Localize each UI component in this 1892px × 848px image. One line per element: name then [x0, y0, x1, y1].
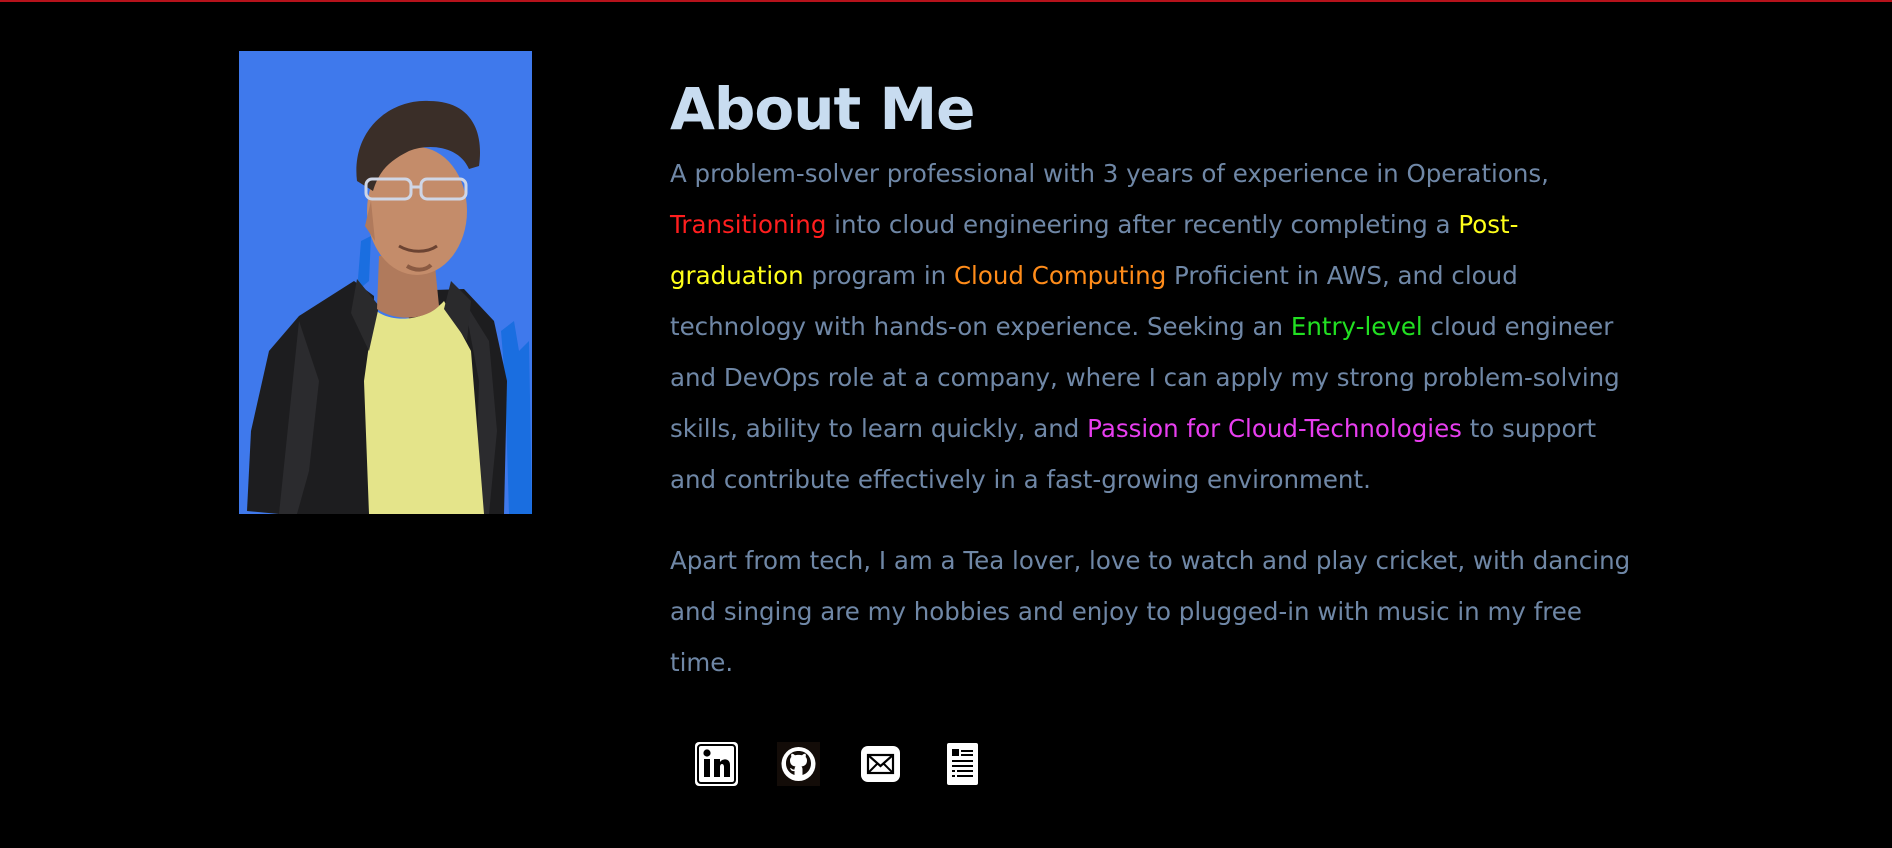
about-paragraph-main: A problem-solver professional with 3 yea…: [670, 148, 1640, 505]
about-page: About Me A problem-solver professional w…: [0, 0, 1892, 848]
resume-icon: [947, 743, 978, 785]
paragraph-text: program in: [803, 261, 954, 290]
highlight-text: Transitioning: [670, 210, 827, 239]
email-link[interactable]: [859, 742, 902, 786]
about-content: About Me A problem-solver professional w…: [670, 70, 1640, 688]
github-link[interactable]: [777, 742, 820, 786]
top-divider: [0, 0, 1892, 2]
highlight-text: Entry-level: [1290, 312, 1423, 341]
highlight-text: Passion for Cloud-Technologies: [1087, 414, 1462, 443]
paragraph-text: A problem-solver professional with 3 yea…: [670, 159, 1549, 188]
resume-link[interactable]: [941, 742, 984, 786]
linkedin-icon: [695, 742, 738, 786]
page-title: About Me: [670, 75, 976, 143]
profile-photo: [239, 51, 532, 514]
github-icon: [777, 742, 820, 786]
linkedin-link[interactable]: [695, 742, 738, 786]
paragraph-text: into cloud engineering after recently co…: [826, 210, 1459, 239]
about-paragraph-hobbies: Apart from tech, I am a Tea lover, love …: [670, 546, 1631, 677]
email-icon: [861, 746, 900, 782]
social-links: [695, 742, 984, 786]
highlight-text: Cloud Computing: [953, 261, 1167, 290]
